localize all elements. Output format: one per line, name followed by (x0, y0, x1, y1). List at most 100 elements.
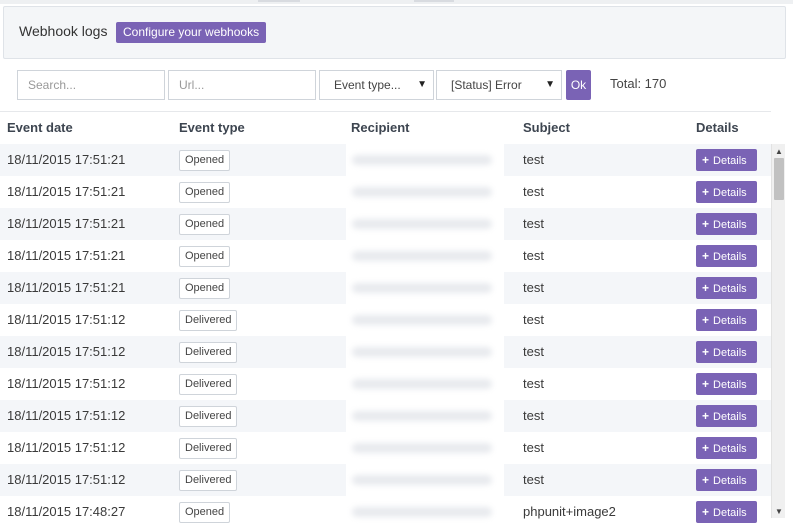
configure-webhooks-button[interactable]: Configure your webhooks (116, 22, 267, 43)
details-button-label: Details (713, 411, 747, 423)
details-button[interactable]: + Details (696, 501, 757, 523)
subject-cell: test (523, 280, 544, 295)
plus-icon: + (702, 441, 710, 455)
details-button[interactable]: + Details (696, 149, 757, 171)
recipient-cell-redacted (346, 208, 504, 240)
event-type-badge: Delivered (179, 374, 238, 395)
table-row: 18/11/2015 17:51:12 Delivered test + Details (0, 432, 771, 464)
redacted-text (352, 475, 492, 485)
redacted-text (352, 411, 492, 421)
subject-cell: test (523, 312, 544, 327)
column-header-event-type[interactable]: Event type (179, 120, 245, 135)
table-row: 18/11/2015 17:51:21 Opened test + Details (0, 176, 771, 208)
plus-icon: + (702, 345, 710, 359)
redacted-text (352, 507, 492, 517)
event-date-cell: 18/11/2015 17:51:21 (7, 280, 126, 295)
details-button-label: Details (713, 155, 747, 167)
event-type-select-value: Event type... (334, 78, 401, 92)
subject-cell: test (523, 152, 544, 167)
scrollbar[interactable]: ▲ ▼ (771, 144, 785, 518)
recipient-cell-redacted (346, 304, 504, 336)
details-button[interactable]: + Details (696, 341, 757, 363)
details-button-label: Details (713, 219, 747, 231)
header-panel: Webhook logs Configure your webhooks (3, 6, 786, 59)
details-button[interactable]: + Details (696, 405, 757, 427)
table-row: 18/11/2015 17:51:21 Opened test + Details (0, 272, 771, 304)
subject-cell: test (523, 376, 544, 391)
redacted-text (352, 251, 492, 261)
event-date-cell: 18/11/2015 17:51:21 (7, 216, 126, 231)
recipient-cell-redacted (346, 240, 504, 272)
column-header-event-date[interactable]: Event date (7, 120, 73, 135)
event-date-cell: 18/11/2015 17:51:12 (7, 312, 126, 327)
event-date-cell: 18/11/2015 17:51:12 (7, 408, 126, 423)
details-button[interactable]: + Details (696, 213, 757, 235)
search-input[interactable]: Search... (17, 70, 165, 100)
event-type-badge: Opened (179, 246, 231, 267)
plus-icon: + (702, 281, 710, 295)
page-title: Webhook logs (19, 23, 108, 39)
recipient-cell-redacted (346, 368, 504, 400)
event-date-cell: 18/11/2015 17:51:12 (7, 472, 126, 487)
event-date-cell: 18/11/2015 17:51:21 (7, 248, 126, 263)
details-button[interactable]: + Details (696, 181, 757, 203)
details-button[interactable]: + Details (696, 277, 757, 299)
url-input[interactable]: Url... (168, 70, 316, 100)
status-select-value: [Status] Error (451, 78, 522, 92)
subject-cell: test (523, 248, 544, 263)
recipient-cell-redacted (346, 144, 504, 176)
status-select[interactable]: [Status] Error ▼ (436, 70, 562, 100)
subject-cell: test (523, 408, 544, 423)
event-type-badge: Delivered (179, 438, 238, 459)
event-type-badge: Opened (179, 278, 231, 299)
redacted-text (352, 315, 492, 325)
event-date-cell: 18/11/2015 17:51:12 (7, 344, 126, 359)
recipient-cell-redacted (346, 272, 504, 304)
table-header: Event date Event type Recipient Subject … (0, 111, 771, 143)
plus-icon: + (702, 153, 710, 167)
table-row: 18/11/2015 17:51:12 Delivered test + Details (0, 336, 771, 368)
filter-bar: Search... Url... Event type... ▼ [Status… (0, 66, 793, 106)
subject-cell: test (523, 440, 544, 455)
recipient-cell-redacted (346, 336, 504, 368)
top-strip (0, 0, 793, 4)
recipient-cell-redacted (346, 400, 504, 432)
table-row: 18/11/2015 17:51:21 Opened test + Details (0, 240, 771, 272)
ok-button[interactable]: Ok (566, 70, 591, 100)
recipient-cell-redacted (346, 496, 504, 528)
scroll-down-icon[interactable]: ▼ (772, 506, 786, 518)
plus-icon: + (702, 377, 710, 391)
recipient-cell-redacted (346, 432, 504, 464)
top-tab-indicator (258, 0, 300, 2)
table-body: 18/11/2015 17:51:21 Opened test + Details 18/… (0, 144, 771, 529)
event-date-cell: 18/11/2015 17:51:12 (7, 440, 126, 455)
redacted-text (352, 347, 492, 357)
redacted-text (352, 187, 492, 197)
details-button[interactable]: + Details (696, 309, 757, 331)
table-row: 18/11/2015 17:51:12 Delivered test + Details (0, 304, 771, 336)
plus-icon: + (702, 313, 710, 327)
details-button[interactable]: + Details (696, 373, 757, 395)
redacted-text (352, 283, 492, 293)
event-type-select[interactable]: Event type... ▼ (319, 70, 434, 100)
subject-cell: test (523, 216, 544, 231)
caret-down-icon: ▼ (417, 79, 427, 90)
event-type-badge: Delivered (179, 406, 238, 427)
event-type-badge: Opened (179, 214, 231, 235)
details-button-label: Details (713, 443, 747, 455)
details-button[interactable]: + Details (696, 469, 757, 491)
details-button[interactable]: + Details (696, 437, 757, 459)
event-type-badge: Delivered (179, 310, 238, 331)
details-button-label: Details (713, 251, 747, 263)
event-type-badge: Opened (179, 502, 231, 523)
subject-cell: test (523, 472, 544, 487)
column-header-subject[interactable]: Subject (523, 120, 570, 135)
plus-icon: + (702, 185, 710, 199)
plus-icon: + (702, 409, 710, 423)
column-header-recipient[interactable]: Recipient (351, 120, 410, 135)
scroll-thumb[interactable] (774, 158, 784, 200)
column-header-details: Details (696, 120, 739, 135)
details-button[interactable]: + Details (696, 245, 757, 267)
scroll-up-icon[interactable]: ▲ (772, 146, 786, 158)
details-button-label: Details (713, 475, 747, 487)
